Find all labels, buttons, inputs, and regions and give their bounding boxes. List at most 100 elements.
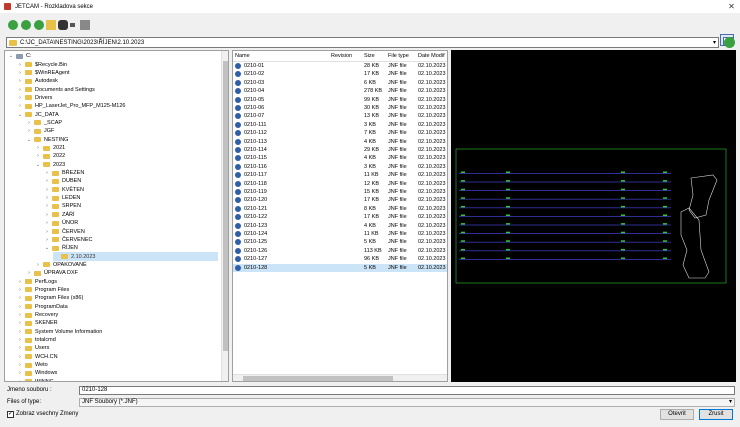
file-row[interactable]: 0210-01 28 KB JNF file 02.10.2023 8 — [233, 62, 447, 70]
tree-item[interactable]: › Autodesk — [17, 77, 218, 85]
file-row[interactable]: 0210-118 12 KB JNF file 02.10.2023 8 — [233, 180, 447, 188]
chevron-right-icon[interactable]: › — [35, 145, 41, 151]
chevron-right-icon[interactable]: › — [17, 87, 23, 93]
chevron-right-icon[interactable]: › — [44, 237, 50, 243]
chevron-down-icon[interactable]: ⌄ — [17, 112, 23, 118]
binoculars-icon[interactable] — [58, 20, 68, 30]
tree-item[interactable]: › ČERVEN — [44, 227, 218, 235]
col-header-type[interactable]: File type — [388, 53, 409, 59]
tree-item[interactable]: ⌄ C: — [8, 52, 218, 60]
tree-item[interactable]: › WINNC — [17, 378, 218, 381]
filename-input[interactable]: 0210-128 — [79, 386, 735, 395]
cancel-button[interactable]: Zrusit — [699, 409, 733, 420]
col-header-revision[interactable]: Revision — [331, 53, 352, 59]
tree-item[interactable]: › $WinREAgent — [17, 69, 218, 77]
col-header-date[interactable]: Date Modif — [418, 53, 445, 59]
chevron-right-icon[interactable]: › — [26, 128, 32, 134]
file-row[interactable]: 0210-03 6 KB JNF file 02.10.2023 8 — [233, 79, 447, 87]
file-row[interactable]: 0210-126 113 KB JNF file 02.10.2023 8 — [233, 247, 447, 255]
file-row[interactable]: 0210-04 278 KB JNF file 02.10.2023 8 — [233, 87, 447, 95]
chevron-right-icon[interactable]: › — [26, 120, 32, 126]
tree-item[interactable]: ⌄ JC_DATA — [17, 110, 218, 118]
forward-icon[interactable] — [21, 20, 31, 30]
tree-item[interactable]: › ProgramData — [17, 303, 218, 311]
tree-item[interactable]: › Drivers — [17, 94, 218, 102]
folder-tree[interactable]: ⌄ C: › $Recycle.Bin › $WinREAgent › Autodesk › Do… — [4, 50, 229, 382]
folder-icon[interactable] — [46, 20, 56, 30]
chevron-right-icon[interactable]: › — [17, 370, 23, 376]
close-icon[interactable]: ✕ — [727, 2, 736, 11]
chevron-right-icon[interactable]: › — [17, 312, 23, 318]
file-list-hscrollbar[interactable] — [233, 374, 447, 381]
chevron-right-icon[interactable]: › — [17, 62, 23, 68]
tree-item[interactable]: › JGF — [26, 127, 218, 135]
chevron-right-icon[interactable]: › — [17, 362, 23, 368]
file-list[interactable]: Name Revision Size File type Date Modif … — [232, 50, 448, 382]
tree-item[interactable]: › Windows — [17, 369, 218, 377]
path-bar[interactable]: C:\JC_DATA\NESTING\2023\ŘÍJEN\2.10.2023 … — [6, 37, 719, 48]
tree-item[interactable]: › SKENER — [17, 319, 218, 327]
tree-item[interactable]: › 2021 — [35, 144, 218, 152]
tree-item[interactable]: › Program Files — [17, 286, 218, 294]
chevron-right-icon[interactable]: › — [17, 345, 23, 351]
file-row[interactable]: 0210-120 17 KB JNF file 02.10.2023 8 — [233, 196, 447, 204]
chevron-down-icon[interactable]: ⌄ — [26, 137, 32, 143]
chevron-right-icon[interactable]: › — [26, 270, 32, 276]
chevron-right-icon[interactable]: › — [44, 203, 50, 209]
tree-scroll-thumb[interactable] — [223, 61, 228, 351]
chevron-right-icon[interactable]: › — [44, 187, 50, 193]
tree-item[interactable]: › _SCAP — [26, 119, 218, 127]
print-icon[interactable] — [80, 20, 90, 30]
chevron-right-icon[interactable]: › — [35, 262, 41, 268]
chevron-right-icon[interactable]: › — [44, 195, 50, 201]
file-row[interactable]: 0210-128 5 KB JNF file 02.10.2023 9 — [233, 263, 447, 272]
file-row[interactable]: 0210-06 30 KB JNF file 02.10.2023 9 — [233, 104, 447, 112]
tree-item[interactable]: › totalcmd — [17, 336, 218, 344]
chevron-right-icon[interactable]: › — [17, 70, 23, 76]
file-row[interactable]: 0210-115 4 KB JNF file 02.10.2023 7 — [233, 154, 447, 162]
tree-item[interactable]: › LEDEN — [44, 194, 218, 202]
tree-item[interactable]: › Users — [17, 344, 218, 352]
file-row[interactable]: 0210-125 5 KB JNF file 02.10.2023 8 — [233, 238, 447, 246]
chevron-down-icon[interactable]: ⌄ — [8, 53, 14, 59]
file-row[interactable]: 0210-111 3 KB JNF file 02.10.2023 6 — [233, 121, 447, 129]
chevron-right-icon[interactable]: › — [17, 337, 23, 343]
chevron-right-icon[interactable]: › — [17, 279, 23, 285]
open-button[interactable]: Otevrit — [660, 409, 694, 420]
file-row[interactable]: 0210-117 11 KB JNF file 02.10.2023 8 — [233, 171, 447, 179]
chevron-down-icon[interactable]: ▾ — [729, 399, 732, 406]
chevron-right-icon[interactable]: › — [17, 329, 23, 335]
chevron-right-icon[interactable]: › — [17, 95, 23, 101]
chevron-right-icon[interactable]: › — [44, 220, 50, 226]
file-row[interactable]: 0210-05 99 KB JNF file 02.10.2023 8 — [233, 96, 447, 104]
tree-item[interactable]: › ÚPRAVA DXF — [26, 269, 218, 277]
chevron-right-icon[interactable]: › — [44, 229, 50, 235]
chevron-right-icon[interactable]: › — [17, 379, 23, 381]
go-icon[interactable] — [724, 37, 735, 48]
tree-item[interactable]: › OPAKOVANÉ — [35, 261, 218, 269]
tree-item[interactable]: 2.10.2023 — [53, 252, 218, 261]
hscroll-thumb[interactable] — [243, 376, 393, 381]
tree-item[interactable]: › ČERVENEC — [44, 236, 218, 244]
chevron-right-icon[interactable]: › — [17, 304, 23, 310]
tree-item[interactable]: › System Volume Information — [17, 328, 218, 336]
tree-item[interactable]: › ÚNOR — [44, 219, 218, 227]
chevron-right-icon[interactable]: › — [17, 287, 23, 293]
filetype-select[interactable]: JNF Soubory (*.JNF) ▾ — [79, 398, 735, 407]
chevron-right-icon[interactable]: › — [17, 320, 23, 326]
file-row[interactable]: 0210-119 15 KB JNF file 02.10.2023 8 — [233, 188, 447, 196]
chevron-right-icon[interactable]: › — [17, 78, 23, 84]
file-row[interactable]: 0210-07 13 KB JNF file 02.10.2023 9 — [233, 112, 447, 120]
chevron-right-icon[interactable]: › — [44, 170, 50, 176]
chevron-right-icon[interactable]: › — [44, 178, 50, 184]
file-row[interactable]: 0210-124 11 KB JNF file 02.10.2023 8 — [233, 230, 447, 238]
tree-item[interactable]: › Recovery — [17, 311, 218, 319]
file-row[interactable]: 0210-122 17 KB JNF file 02.10.2023 8 — [233, 213, 447, 221]
tree-item[interactable]: ⌄ ŘÍJEN — [44, 244, 218, 252]
chevron-right-icon[interactable]: › — [17, 295, 23, 301]
show-all-checkbox[interactable]: ✓ — [7, 411, 14, 418]
up-icon[interactable] — [34, 20, 44, 30]
file-row[interactable]: 0210-127 96 KB JNF file 02.10.2023 9 — [233, 255, 447, 263]
file-row[interactable]: 0210-116 3 KB JNF file 02.10.2023 7 — [233, 163, 447, 171]
tree-item[interactable]: › BŘEZEN — [44, 169, 218, 177]
